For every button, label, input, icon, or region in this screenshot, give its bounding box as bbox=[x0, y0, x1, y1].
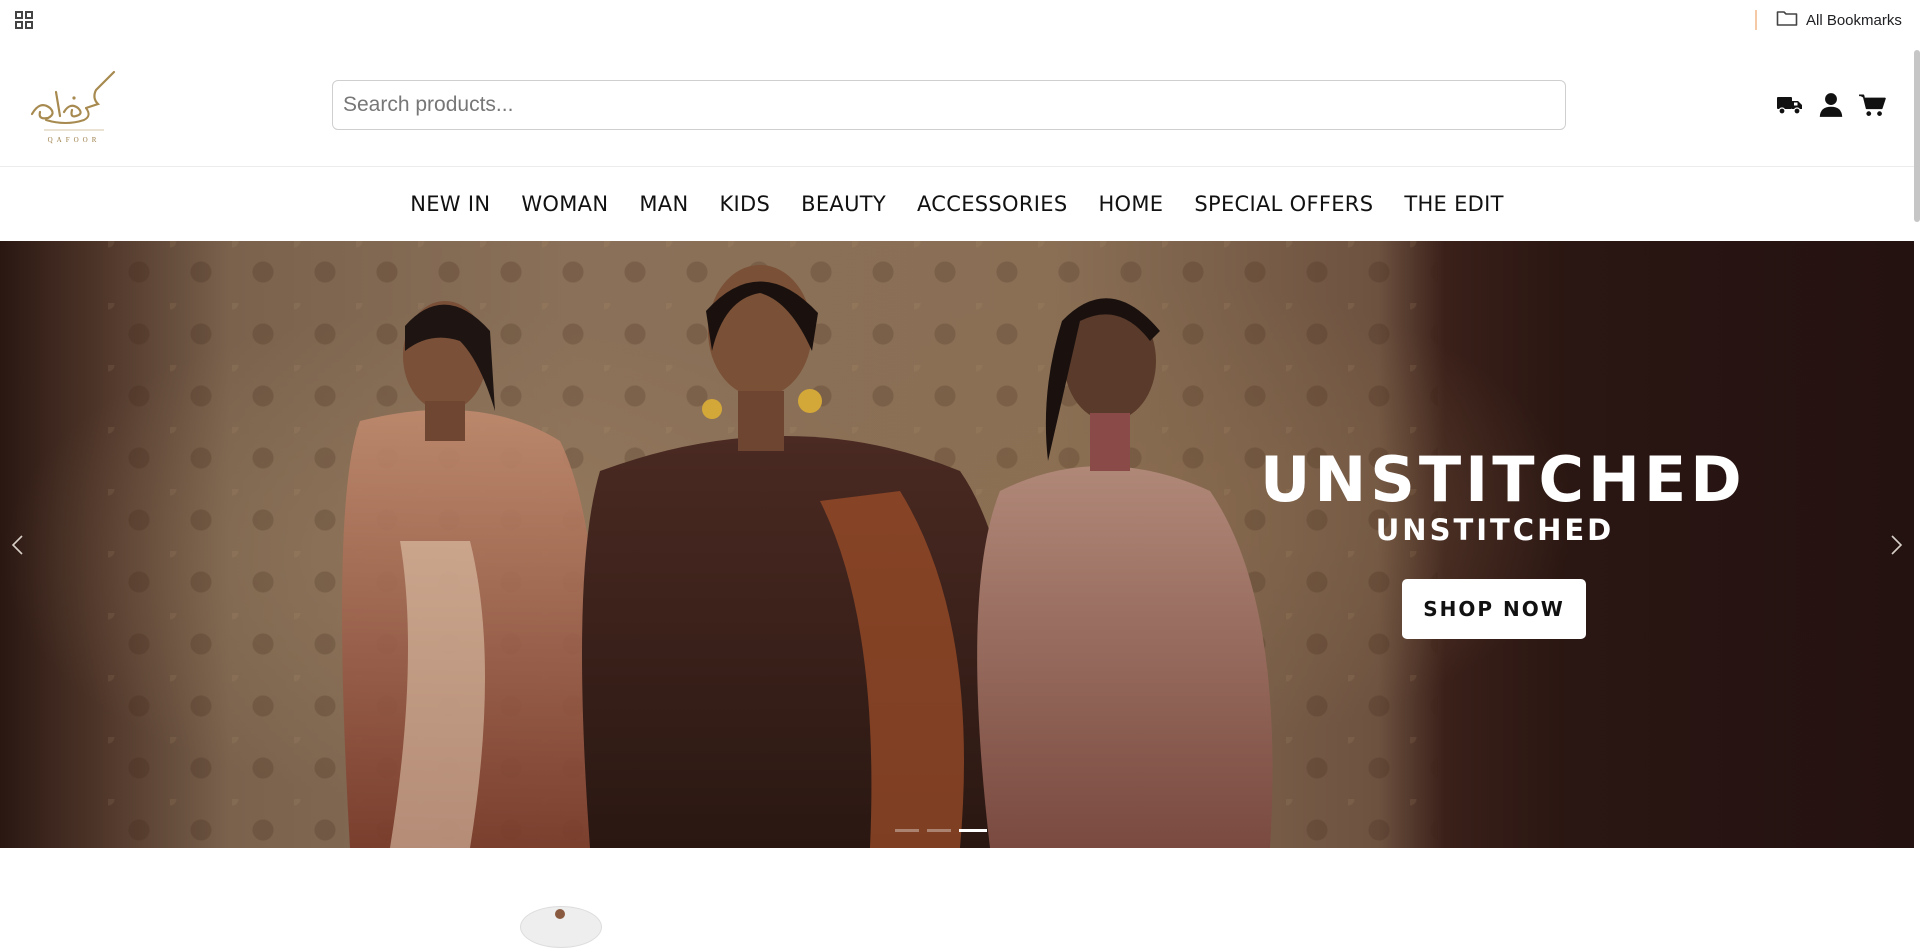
main-nav: NEW IN WOMAN MAN KIDS BEAUTY ACCESSORIES… bbox=[0, 167, 1914, 240]
nav-item-kids[interactable]: KIDS bbox=[719, 192, 770, 216]
nav-item-accessories[interactable]: ACCESSORIES bbox=[917, 192, 1067, 216]
header-actions bbox=[1776, 92, 1899, 118]
hero-subtitle: UNSTITCHED bbox=[1375, 513, 1615, 547]
search-box bbox=[332, 80, 1566, 130]
folder-icon bbox=[1776, 9, 1798, 31]
site-header: QAFOOR bbox=[0, 40, 1914, 167]
chevron-left-icon bbox=[11, 535, 23, 555]
carousel-dot[interactable] bbox=[927, 829, 951, 832]
nav-item-home[interactable]: HOME bbox=[1098, 192, 1163, 216]
carousel-next-arrow[interactable] bbox=[1886, 533, 1906, 557]
carousel-dot[interactable] bbox=[895, 829, 919, 832]
hero-banner[interactable]: UNSTITCHED UNSTITCHED SHOP NOW bbox=[0, 241, 1914, 848]
nav-item-man[interactable]: MAN bbox=[639, 192, 688, 216]
page-scrollbar-thumb[interactable] bbox=[1914, 50, 1920, 222]
user-icon[interactable] bbox=[1817, 92, 1845, 118]
nav-item-beauty[interactable]: BEAUTY bbox=[801, 192, 886, 216]
carousel-prev-arrow[interactable] bbox=[8, 533, 28, 557]
apps-grid-icon[interactable] bbox=[15, 11, 33, 29]
nav-item-woman[interactable]: WOMAN bbox=[521, 192, 608, 216]
all-bookmarks-button[interactable]: All Bookmarks bbox=[1776, 9, 1902, 31]
search-input[interactable] bbox=[333, 81, 1565, 129]
carousel-dot-active[interactable] bbox=[959, 829, 987, 832]
category-thumbnail[interactable] bbox=[520, 906, 602, 948]
nav-item-special-offers[interactable]: SPECIAL OFFERS bbox=[1194, 192, 1373, 216]
chevron-right-icon bbox=[1891, 535, 1903, 555]
all-bookmarks-label: All Bookmarks bbox=[1806, 11, 1902, 29]
nav-item-new-in[interactable]: NEW IN bbox=[410, 192, 490, 216]
bookmarks-bar: All Bookmarks bbox=[0, 0, 1920, 40]
site-logo[interactable]: QAFOOR bbox=[26, 68, 122, 150]
bookmarks-separator bbox=[1755, 10, 1757, 30]
logo-subtext: QAFOOR bbox=[47, 136, 101, 144]
hero-title: UNSTITCHED bbox=[1260, 443, 1746, 516]
cart-icon[interactable] bbox=[1858, 92, 1886, 118]
carousel-indicators bbox=[895, 829, 987, 832]
shop-now-button[interactable]: SHOP NOW bbox=[1402, 579, 1586, 639]
truck-icon[interactable] bbox=[1776, 92, 1804, 118]
nav-item-the-edit[interactable]: THE EDIT bbox=[1404, 192, 1503, 216]
